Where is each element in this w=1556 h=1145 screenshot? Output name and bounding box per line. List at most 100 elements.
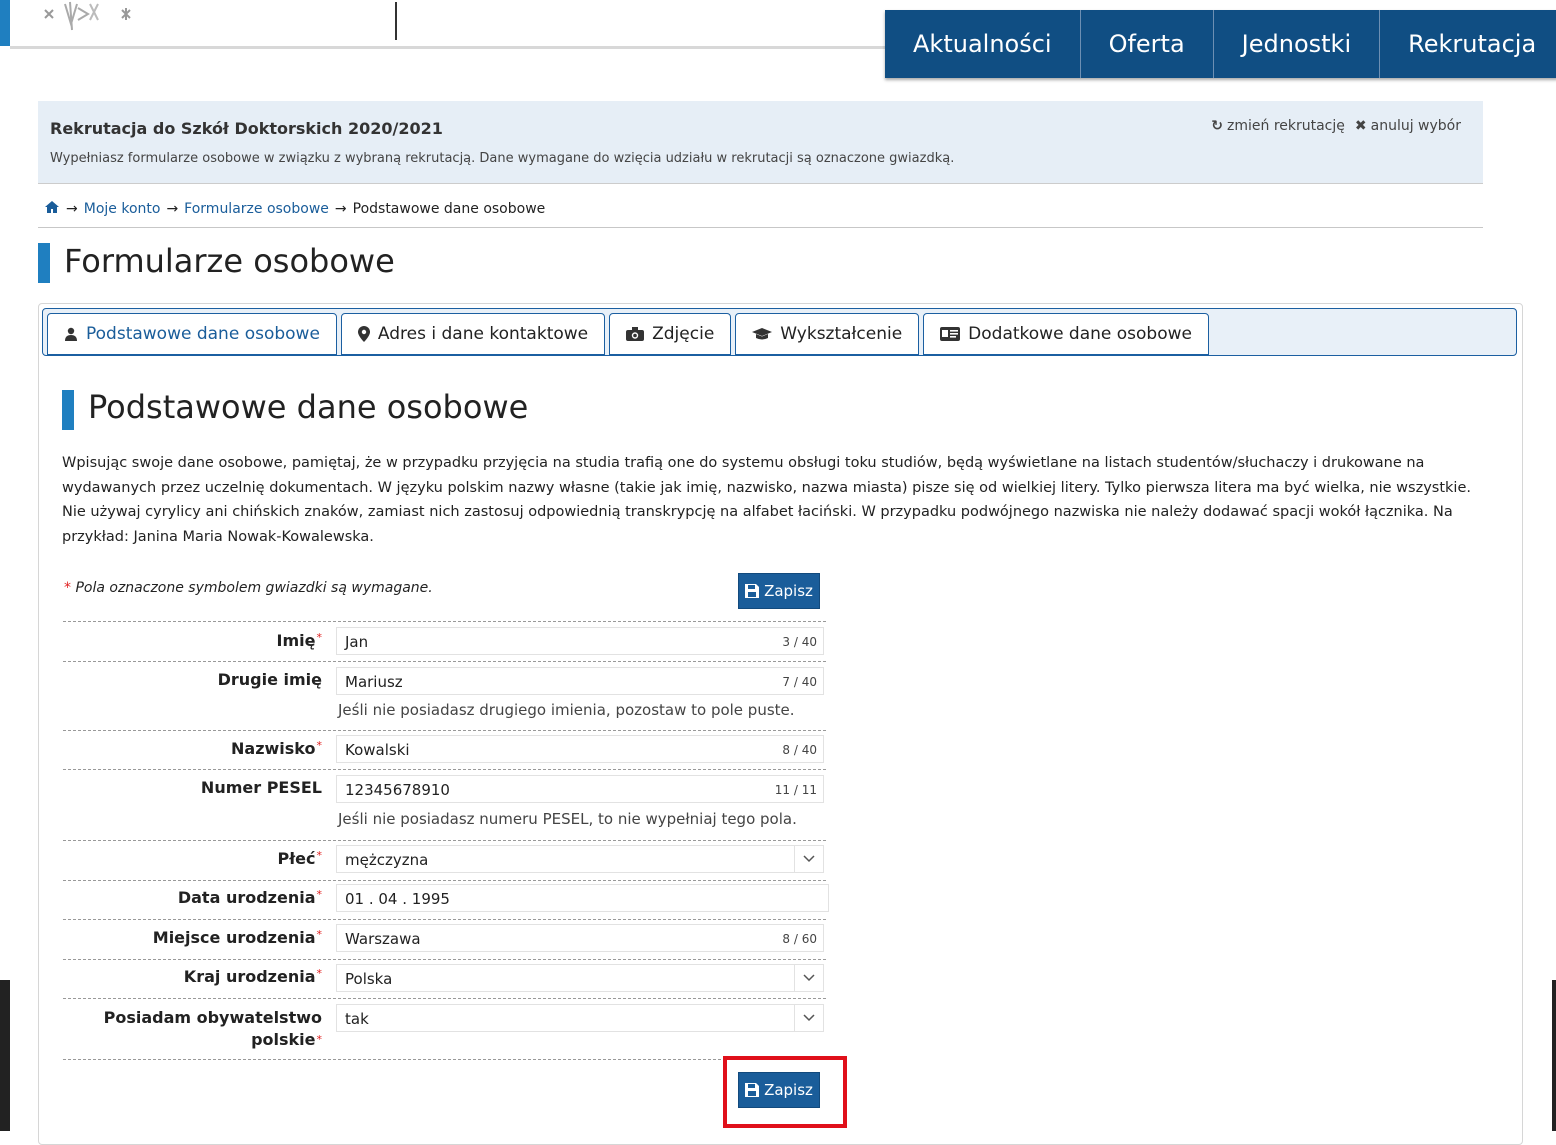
surname-input[interactable]: Kowalski 8 / 40 bbox=[336, 735, 824, 763]
arrow-right-icon: → bbox=[334, 201, 347, 217]
row-divider bbox=[63, 661, 826, 662]
tab-wyksztalcenie[interactable]: Wykształcenie bbox=[735, 313, 920, 355]
sex-value: mężczyzna bbox=[345, 851, 429, 869]
second-name-input[interactable]: Mariusz 7 / 40 bbox=[336, 667, 824, 695]
top-navigation: Aktualności Oferta Jednostki Rekrutacja bbox=[885, 10, 1556, 78]
tab-label: Adres i dane kontaktowe bbox=[377, 324, 589, 344]
label-text-line1: Posiadam obywatelstwo bbox=[103, 1008, 322, 1027]
row-divider bbox=[63, 840, 826, 841]
first-name-value: Jan bbox=[345, 633, 369, 651]
nav-rekrutacja[interactable]: Rekrutacja bbox=[1380, 10, 1556, 78]
graduation-cap-icon bbox=[752, 328, 773, 340]
chevron-down-icon[interactable] bbox=[794, 965, 823, 991]
second-name-label: Drugie imię bbox=[217, 670, 322, 689]
recruitment-actions: ↻ zmień rekrutację ✖ anuluj wybór bbox=[1211, 118, 1461, 134]
right-dark-edge bbox=[1552, 980, 1556, 1131]
breadcrumb-moje-konto[interactable]: Moje konto bbox=[84, 201, 161, 217]
pesel-input[interactable]: 12345678910 11 / 11 bbox=[336, 775, 824, 803]
required-fields-note: * Pola oznaczone symbolem gwiazdki są wy… bbox=[64, 580, 433, 596]
section-accent-bar bbox=[62, 390, 74, 430]
left-accent-bar bbox=[0, 0, 10, 46]
label-text: Miejsce urodzenia bbox=[152, 928, 316, 947]
id-card-icon bbox=[940, 327, 961, 341]
surname-value: Kowalski bbox=[345, 741, 410, 759]
close-icon: ✖ bbox=[1354, 118, 1367, 134]
nav-aktualnosci[interactable]: Aktualności bbox=[885, 10, 1081, 78]
change-recruitment-label: zmień rekrutację bbox=[1227, 118, 1345, 134]
row-divider bbox=[63, 1059, 826, 1060]
required-star: * bbox=[64, 580, 71, 596]
row-divider bbox=[63, 880, 826, 881]
chevron-down-icon[interactable] bbox=[794, 1005, 823, 1031]
label-text: Płeć bbox=[277, 849, 316, 868]
surname-label: Nazwisko* bbox=[231, 739, 322, 758]
breadcrumb-formularze-osobowe[interactable]: Formularze osobowe bbox=[184, 201, 329, 217]
citizenship-value: tak bbox=[345, 1010, 369, 1028]
save-label: Zapisz bbox=[764, 582, 813, 600]
required-star: * bbox=[316, 967, 323, 980]
row-divider bbox=[63, 621, 826, 622]
nav-jednostki[interactable]: Jednostki bbox=[1214, 10, 1381, 78]
floppy-disk-icon bbox=[745, 584, 760, 598]
tab-adres-kontakt[interactable]: Adres i dane kontaktowe bbox=[340, 313, 606, 355]
breadcrumb: → Moje konto → Formularze osobowe → Pods… bbox=[44, 200, 545, 218]
left-dark-edge bbox=[0, 980, 10, 1131]
char-counter: 3 / 40 bbox=[782, 635, 817, 649]
tab-label: Zdjęcie bbox=[652, 324, 715, 344]
tab-label: Wykształcenie bbox=[780, 324, 903, 344]
label-text: Data urodzenia bbox=[177, 888, 316, 907]
section-title: Podstawowe dane osobowe bbox=[88, 388, 529, 426]
birth-country-select[interactable]: Polska bbox=[336, 964, 824, 992]
recruitment-title: Rekrutacja do Szkół Doktorskich 2020/202… bbox=[50, 119, 443, 138]
second-name-hint: Jeśli nie posiadasz drugiego imienia, po… bbox=[338, 701, 795, 719]
save-button-top[interactable]: Zapisz bbox=[738, 573, 820, 609]
tab-zdjecie[interactable]: Zdjęcie bbox=[609, 313, 732, 355]
birth-date-value: 01 . 04 . 1995 bbox=[345, 890, 450, 908]
camera-icon bbox=[626, 327, 645, 341]
breadcrumb-divider bbox=[38, 227, 1483, 228]
breadcrumb-current: Podstawowe dane osobowe bbox=[352, 201, 546, 217]
required-star: * bbox=[316, 739, 323, 752]
title-accent-bar bbox=[38, 243, 50, 283]
chevron-down-icon[interactable] bbox=[794, 846, 823, 872]
arrow-right-icon: → bbox=[166, 201, 179, 217]
tab-dodatkowe-dane[interactable]: Dodatkowe dane osobowe bbox=[923, 313, 1209, 355]
second-name-value: Mariusz bbox=[345, 673, 403, 691]
header-divider bbox=[395, 2, 397, 40]
char-counter: 11 / 11 bbox=[774, 783, 817, 797]
section-intro: Wpisując swoje dane osobowe, pamiętaj, ż… bbox=[62, 455, 1471, 545]
nav-oferta[interactable]: Oferta bbox=[1081, 10, 1214, 78]
label-text: Kraj urodzenia bbox=[183, 967, 316, 986]
tab-label: Podstawowe dane osobowe bbox=[86, 324, 320, 344]
citizenship-select[interactable]: tak bbox=[336, 1004, 824, 1032]
page-title: Formularze osobowe bbox=[64, 242, 395, 280]
row-divider bbox=[63, 959, 826, 960]
first-name-input[interactable]: Jan 3 / 40 bbox=[336, 627, 824, 655]
citizenship-label: Posiadam obywatelstwo polskie* bbox=[104, 1007, 322, 1051]
cancel-selection-link[interactable]: ✖ anuluj wybór bbox=[1355, 118, 1461, 134]
birth-place-input[interactable]: Warszawa 8 / 60 bbox=[336, 924, 824, 952]
left-edge bbox=[0, 0, 10, 1131]
tab-podstawowe-dane[interactable]: Podstawowe dane osobowe bbox=[47, 313, 337, 355]
arrow-right-icon: → bbox=[66, 201, 78, 217]
refresh-icon: ↻ bbox=[1211, 118, 1223, 134]
birth-country-label: Kraj urodzenia* bbox=[184, 967, 322, 986]
birth-date-input[interactable]: 01 . 04 . 1995 bbox=[336, 884, 829, 912]
university-logo[interactable] bbox=[40, 0, 140, 36]
row-divider bbox=[63, 919, 826, 920]
char-counter: 7 / 40 bbox=[782, 675, 817, 689]
home-icon[interactable] bbox=[44, 200, 60, 218]
sex-select[interactable]: mężczyzna bbox=[336, 845, 824, 873]
header-underline bbox=[10, 46, 890, 49]
required-note-text: Pola oznaczone symbolem gwiazdki są wyma… bbox=[75, 580, 433, 596]
pesel-value: 12345678910 bbox=[345, 781, 450, 799]
recruitment-description: Wypełniasz formularze osobowe w związku … bbox=[50, 151, 955, 166]
row-divider bbox=[63, 769, 826, 770]
birth-place-label: Miejsce urodzenia* bbox=[153, 928, 322, 947]
pesel-hint: Jeśli nie posiadasz numeru PESEL, to nie… bbox=[338, 810, 797, 828]
required-star: * bbox=[316, 888, 323, 901]
char-counter: 8 / 60 bbox=[782, 932, 817, 946]
change-recruitment-link[interactable]: ↻ zmień rekrutację bbox=[1211, 118, 1345, 134]
required-star: * bbox=[316, 1033, 323, 1046]
char-counter: 8 / 40 bbox=[782, 743, 817, 757]
